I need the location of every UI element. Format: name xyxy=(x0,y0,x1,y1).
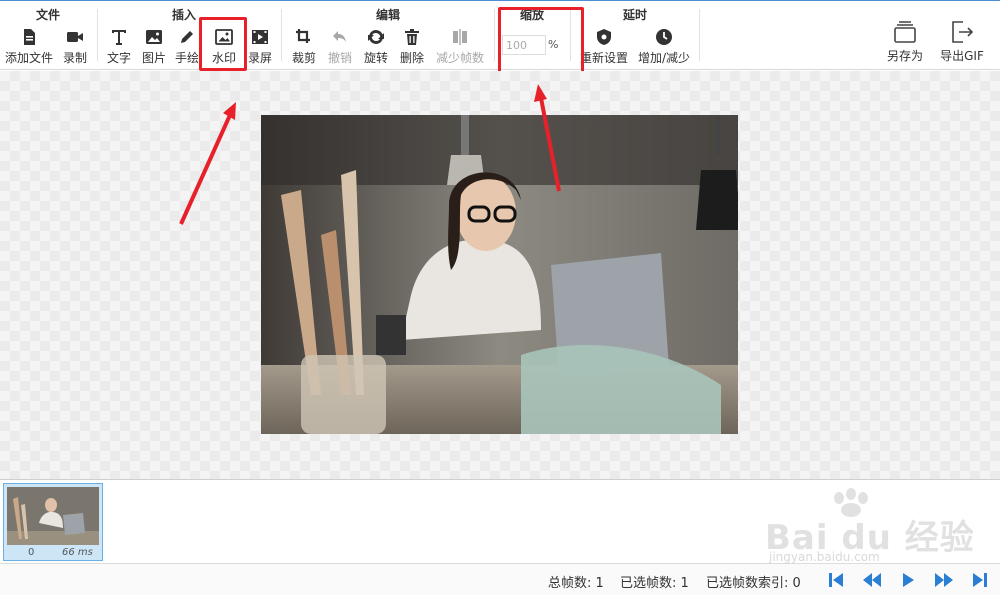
separator xyxy=(699,9,700,61)
reduce-frames-button[interactable]: 减少帧数 xyxy=(432,23,488,67)
rotate-button[interactable]: 旋转 xyxy=(360,23,392,67)
separator xyxy=(281,9,282,61)
film-play-icon xyxy=(252,30,268,44)
pencil-icon xyxy=(181,31,193,43)
video-camera-icon xyxy=(67,32,83,42)
play-icon[interactable] xyxy=(898,571,918,589)
frame-index: 0 xyxy=(28,547,35,558)
group-insert: 插入 文字 图片 手绘 水印 录屏 xyxy=(100,1,278,71)
text-label: 文字 xyxy=(106,51,131,65)
delete-label: 删除 xyxy=(399,51,424,65)
group-edit-title: 编辑 xyxy=(375,8,400,22)
screen-record-button[interactable]: 录屏 xyxy=(244,23,276,67)
image-icon xyxy=(146,30,162,44)
photo-illustration xyxy=(261,115,738,434)
crop-icon xyxy=(296,29,310,43)
adjust-delay-label: 增加/减少 xyxy=(637,51,691,65)
group-file: 文件 添加文件 录制 xyxy=(0,1,96,71)
filmstrip[interactable]: 0 66 ms xyxy=(0,479,1000,563)
canvas[interactable] xyxy=(0,71,1000,479)
export-icon xyxy=(952,21,974,43)
group-insert-title: 插入 xyxy=(171,8,196,22)
total-frames: 总帧数: 1 xyxy=(548,576,604,591)
image-button[interactable]: 图片 xyxy=(138,23,170,67)
save-as-label: 另存为 xyxy=(886,49,923,63)
undo-button[interactable]: 撤销 xyxy=(324,23,356,67)
reset-delay-label: 重新设置 xyxy=(579,51,628,65)
previous-frame-icon[interactable] xyxy=(860,571,884,589)
group-delay: 延时 重新设置 增加/减少 xyxy=(572,1,698,71)
draw-label: 手绘 xyxy=(174,51,199,65)
group-delay-title: 延时 xyxy=(622,8,647,22)
screen-record-label: 录屏 xyxy=(247,51,272,65)
trash-icon xyxy=(405,29,419,45)
export-gif-label: 导出GIF xyxy=(940,49,984,63)
text-icon xyxy=(112,30,126,45)
rotate-label: 旋转 xyxy=(363,51,388,65)
crop-label: 裁剪 xyxy=(291,51,316,65)
image-label: 图片 xyxy=(141,51,166,65)
record-label: 录制 xyxy=(62,51,87,65)
undo-icon xyxy=(333,31,346,42)
save-as-button[interactable]: 另存为 xyxy=(880,15,930,67)
next-frame-icon[interactable] xyxy=(932,571,956,589)
draw-button[interactable]: 手绘 xyxy=(174,23,200,67)
add-file-label: 添加文件 xyxy=(4,51,53,65)
reduce-frames-icon xyxy=(453,29,467,45)
frame-duration: 66 ms xyxy=(62,547,93,558)
add-file-button[interactable]: 添加文件 xyxy=(3,23,55,67)
watermark-highlight xyxy=(199,17,247,71)
frame-thumbnail-image xyxy=(7,487,99,545)
crop-button[interactable]: 裁剪 xyxy=(288,23,320,67)
reduce-frames-label: 减少帧数 xyxy=(435,51,484,65)
group-file-title: 文件 xyxy=(35,8,60,22)
clock-icon xyxy=(656,29,672,45)
group-edit: 编辑 裁剪 撤销 旋转 删除 减少帧数 xyxy=(284,1,492,71)
delete-button[interactable]: 删除 xyxy=(396,23,428,67)
separator xyxy=(494,9,495,61)
first-frame-icon[interactable] xyxy=(826,571,846,589)
thumbnail-illustration xyxy=(7,487,99,545)
last-frame-icon[interactable] xyxy=(970,571,990,589)
stack-icon xyxy=(894,21,916,43)
record-button[interactable]: 录制 xyxy=(58,23,92,67)
file-icon xyxy=(24,29,35,45)
adjust-delay-button[interactable]: 增加/减少 xyxy=(634,23,694,67)
undo-label: 撤销 xyxy=(327,51,352,65)
frame-thumbnail[interactable]: 0 66 ms xyxy=(3,483,103,561)
frame-photo[interactable] xyxy=(261,115,738,434)
export-gif-button[interactable]: 导出GIF xyxy=(934,15,990,67)
reset-shield-icon xyxy=(597,29,611,45)
status-bar: 总帧数: 1 已选帧数: 1 已选帧数索引: 0 xyxy=(0,563,1000,595)
reset-delay-button[interactable]: 重新设置 xyxy=(576,23,632,67)
selected-frames: 已选帧数: 1 xyxy=(620,576,689,591)
text-button[interactable]: 文字 xyxy=(102,23,136,67)
rotate-icon xyxy=(368,30,384,44)
selected-index: 已选帧数索引: 0 xyxy=(706,576,801,591)
